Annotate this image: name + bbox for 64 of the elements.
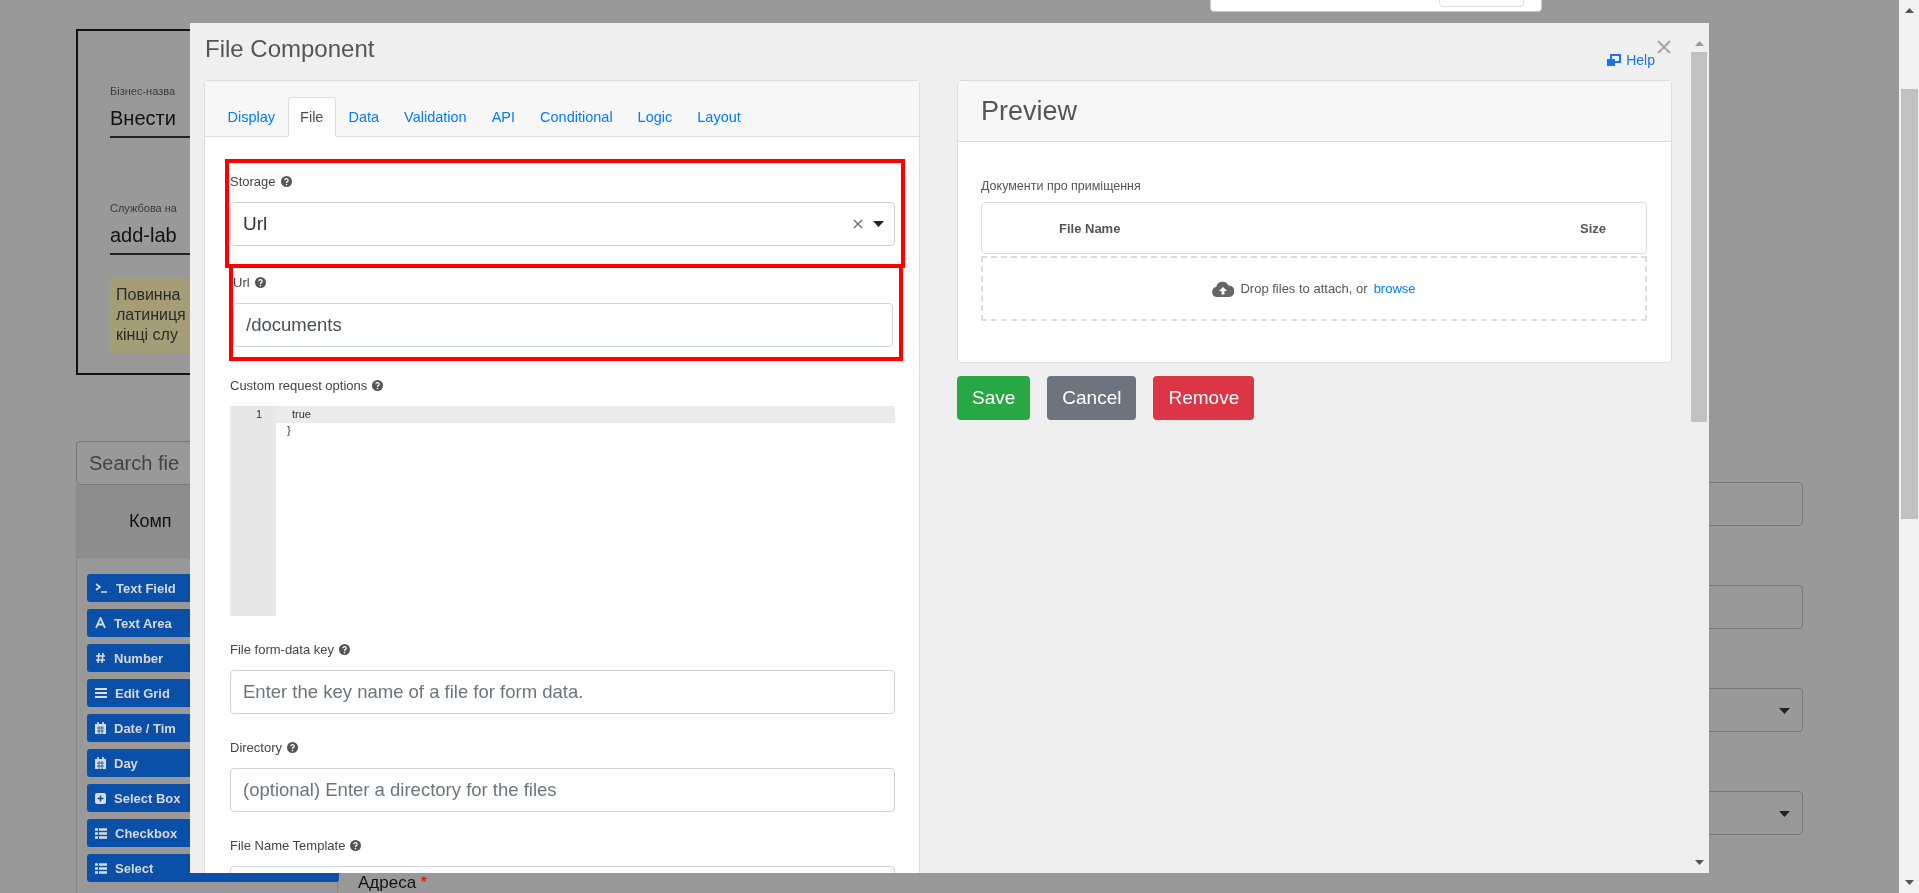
column-header: Size [1580,220,1606,236]
tab[interactable]: Validation [391,97,480,137]
column-header: File Name [1059,220,1122,236]
scrollbar[interactable] [1899,0,1919,893]
scroll-down-icon[interactable] [1904,880,1914,885]
tab[interactable]: Data [335,97,392,137]
tab[interactable]: File [287,97,336,137]
help-icon[interactable] [254,276,266,288]
browse-link[interactable]: browse [1373,281,1416,296]
code-line: } [287,424,291,436]
clear-icon[interactable] [853,219,863,229]
field-label: Custom request options [230,377,368,393]
field-label: Url [233,274,250,290]
tab[interactable]: API [479,97,528,137]
input-field[interactable]: Enter the key name of a file for form data. [230,670,895,714]
letter-icon [95,617,106,629]
input-field[interactable]: (optional) Enter a directory for the files [230,768,895,812]
field-label: Службова на [110,202,178,214]
field-label: Документи про приміщення [981,179,1142,193]
windows-icon [1606,53,1622,67]
dialog-title: File Component [205,35,375,63]
field-label: Бізнес-назва [110,85,176,97]
tab[interactable]: Conditional [527,97,626,137]
calendar-icon [95,722,106,734]
tab[interactable]: Display [215,97,288,137]
calendar-icon [95,757,106,769]
help-icon[interactable] [372,379,384,391]
help-icon[interactable] [339,643,351,655]
caret-icon [1779,811,1790,817]
code-editor[interactable]: 1 true } [230,406,895,616]
caret-icon [873,221,884,227]
help-icon[interactable] [287,741,298,753]
list-icon [95,862,107,874]
field-label: File form-data key [230,641,335,657]
cloud-upload-icon [1212,280,1235,297]
help-link[interactable]: Help [1606,52,1655,68]
field-label: Storage [230,173,276,189]
code-line: true [292,408,311,420]
caret-icon [1779,708,1790,714]
plus-icon [95,792,106,804]
drop-zone[interactable]: Drop files to attach, or browse [981,256,1647,321]
list-icon [95,827,107,839]
tab[interactable]: Layout [684,97,754,137]
scroll-up-icon[interactable] [1904,8,1914,13]
help-icon[interactable] [280,175,292,187]
line-number: 1 [254,407,263,422]
panel-title: Комп [129,510,172,532]
field-label: Адреса * [358,874,429,891]
drop-text: Drop files to attach, or [1240,281,1368,296]
scroll-down-icon[interactable] [1694,860,1704,865]
hash-icon [95,652,106,664]
select-field[interactable]: Url [230,202,895,246]
field-label: Directory [230,739,282,755]
tab[interactable]: Logic [625,97,685,137]
terminal-icon [95,583,108,593]
remove-button[interactable]: Remove [1153,376,1255,420]
scrollbar[interactable] [1691,41,1707,865]
field-label: File Name Template [230,837,346,853]
help-icon[interactable] [350,839,362,851]
input-field[interactable]: /documents [233,303,893,347]
card-title: Preview [981,95,1078,127]
save-button[interactable]: Save [957,376,1031,420]
table-icon [95,687,107,699]
cancel-button[interactable]: Cancel [1047,376,1137,420]
